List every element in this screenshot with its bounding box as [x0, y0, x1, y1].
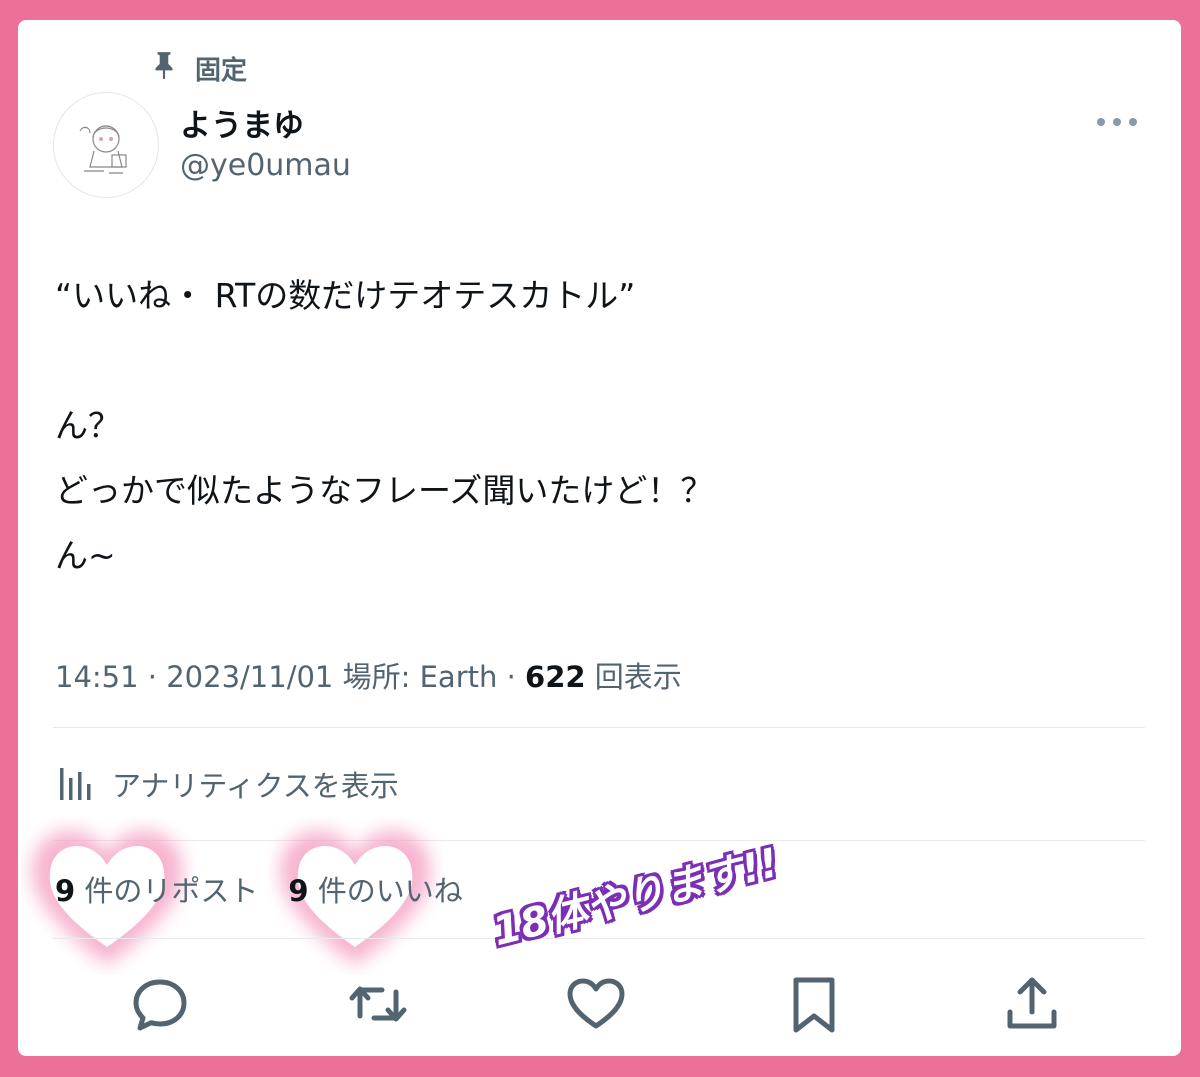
- tweet-location: 場所: Earth: [333, 660, 498, 694]
- user-handle[interactable]: @ye0umau: [180, 148, 351, 183]
- tweet-text: “いいね・ RTの数だけテオテスカトル” ん？ どっかで似たようなフレーズ聞いた…: [55, 263, 1135, 588]
- repost-icon[interactable]: [346, 972, 410, 1036]
- tweet-card: 固定 ようまゆ @ye0umau “いいね・ RTの数だけテオテスカトル” ん？…: [18, 20, 1181, 1056]
- analytics-link[interactable]: アナリティクスを表示: [58, 760, 399, 807]
- likes-count: 9: [288, 874, 309, 908]
- analytics-icon: [58, 760, 94, 807]
- likes-label: 件のいいね: [308, 874, 463, 908]
- reposts-stat[interactable]: 9 件のリポスト: [55, 868, 258, 910]
- display-name[interactable]: ようまゆ: [180, 100, 304, 145]
- likes-stat[interactable]: 9 件のいいね: [288, 868, 462, 910]
- tweet-date[interactable]: 2023/11/01: [166, 660, 333, 694]
- tweet-line: ん？: [55, 406, 121, 445]
- like-icon[interactable]: [564, 972, 628, 1036]
- pinned-label: 固定: [195, 56, 248, 86]
- meta-separator: ·: [138, 660, 167, 694]
- avatar[interactable]: [53, 92, 159, 198]
- reposts-count: 9: [55, 874, 76, 908]
- action-bar: [18, 972, 1181, 1042]
- pin-icon: [151, 50, 177, 87]
- reposts-label: 件のリポスト: [75, 874, 259, 908]
- views-label: 回表示: [585, 660, 682, 694]
- tweet-time[interactable]: 14:51: [55, 660, 139, 694]
- tweet-meta: 14:51 · 2023/11/01 場所: Earth · 622 回表示: [55, 654, 682, 696]
- pinned-indicator: 固定: [151, 50, 247, 87]
- divider: [53, 727, 1145, 728]
- meta-separator: ·: [497, 660, 526, 694]
- share-icon[interactable]: [1000, 972, 1064, 1036]
- more-icon[interactable]: [1094, 110, 1140, 134]
- reply-icon[interactable]: [128, 972, 192, 1036]
- divider: [53, 938, 1145, 939]
- tweet-line: ん~: [55, 536, 116, 575]
- engagement-stats: 9 件のリポスト 9 件のいいね: [55, 868, 463, 910]
- bookmark-icon[interactable]: [782, 972, 846, 1036]
- tweet-line: “いいね・ RTの数だけテオテスカトル”: [55, 276, 636, 315]
- divider: [53, 840, 1145, 841]
- tweet-line: どっかで似たようなフレーズ聞いたけど！？: [55, 471, 714, 510]
- analytics-label: アナリティクスを表示: [112, 768, 399, 803]
- views-count: 622: [525, 660, 586, 694]
- tweet-line: [55, 328, 1135, 393]
